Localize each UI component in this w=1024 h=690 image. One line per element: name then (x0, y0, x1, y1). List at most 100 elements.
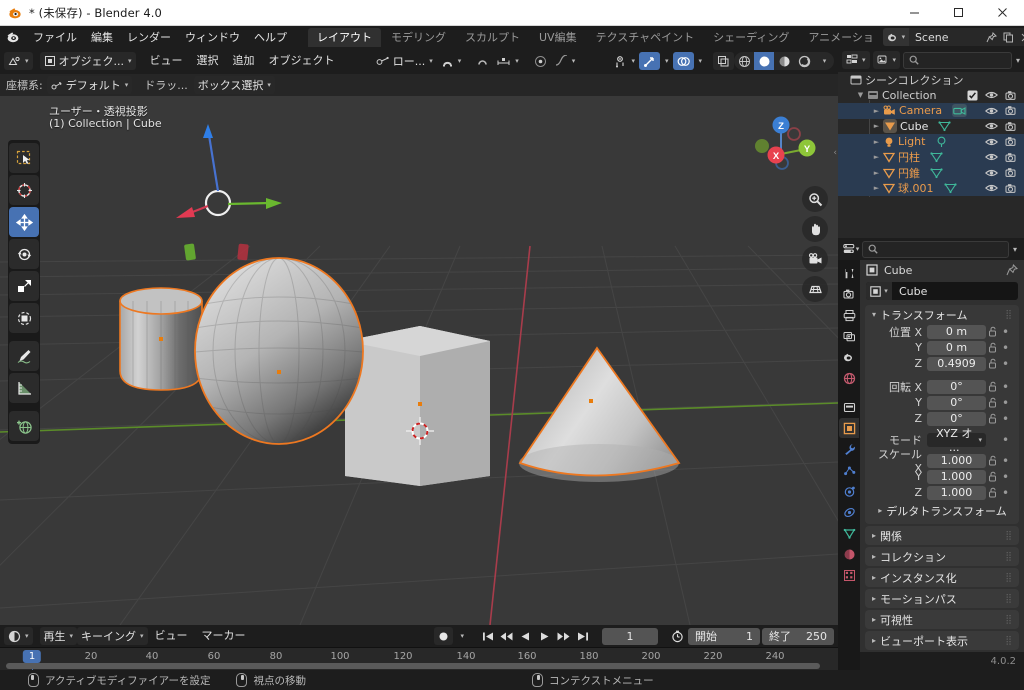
minimize-button[interactable] (892, 0, 936, 26)
properties-editor-type-icon[interactable]: ▾ (840, 238, 862, 260)
rotation-y-field[interactable]: 0° (927, 395, 986, 410)
animate-dot[interactable]: • (1000, 357, 1011, 371)
disclosure-triangle-icon[interactable]: ► (870, 169, 883, 177)
xray-toggle[interactable] (713, 52, 735, 70)
sidebar-expand-arrow[interactable]: ‹ (833, 148, 837, 158)
mesh-data-icon[interactable] (930, 151, 943, 163)
overlays-toggle[interactable] (672, 52, 694, 70)
menu-edit[interactable]: 編集 (84, 29, 120, 46)
play-button[interactable] (536, 627, 553, 645)
snap-dropdown[interactable]: ▾ (437, 52, 466, 70)
frame-end-field[interactable]: 終了 250 (762, 627, 834, 645)
light-data-icon[interactable] (935, 136, 948, 148)
lock-icon[interactable] (986, 397, 1000, 408)
menu-help[interactable]: ヘルプ (247, 29, 294, 46)
tab-uv-editing[interactable]: UV編集 (530, 28, 586, 47)
rotation-mode-dropdown[interactable]: XYZ オ ... ▾ (927, 427, 986, 454)
pin-icon[interactable] (983, 28, 1000, 46)
scene-selector[interactable]: ▾ Scene (882, 28, 1024, 46)
eye-icon[interactable] (985, 168, 998, 178)
keying-options-dropdown[interactable]: ▾ (455, 627, 468, 645)
timeline-menu-view[interactable]: ビュー (148, 627, 195, 645)
rotate-tool[interactable] (9, 239, 39, 269)
proportional-editing-toggle[interactable] (530, 52, 551, 70)
outliner-tree[interactable]: シーンコレクション ▼ Collection ► Camera ► Cube ►… (838, 72, 1024, 238)
measure-tool[interactable] (9, 373, 39, 403)
properties-tab-render[interactable] (839, 284, 859, 304)
viewport-navigation-gizmo[interactable]: Z Y X (754, 106, 826, 178)
tab-texture-paint[interactable]: テクスチャペイント (587, 28, 704, 47)
lock-icon[interactable] (986, 471, 1000, 482)
shading-rendered[interactable] (794, 52, 814, 70)
properties-tab-material[interactable] (839, 544, 859, 564)
jump-to-start-button[interactable] (479, 627, 496, 645)
tab-shading[interactable]: シェーディング (704, 28, 798, 47)
clock-icon[interactable] (669, 627, 686, 645)
instancing-panel[interactable]: ▸ インスタンス化 ⣿ (865, 568, 1019, 587)
gizmo-dropdown[interactable]: ▾ (660, 52, 673, 70)
properties-search-input[interactable] (862, 240, 1009, 258)
scale-z-field[interactable]: 1.000 (927, 485, 986, 500)
next-keyframe-button[interactable] (555, 627, 572, 645)
outliner-row-collection[interactable]: ▼ Collection (838, 88, 1024, 104)
disclosure-triangle-icon[interactable]: ▼ (854, 91, 867, 99)
outliner-filter-caret[interactable]: ▾ (1016, 56, 1020, 65)
animate-dot[interactable]: • (1000, 433, 1011, 447)
prev-keyframe-button[interactable] (498, 627, 515, 645)
location-z-field[interactable]: 0.4909 (927, 356, 986, 371)
chevron-down-icon[interactable]: ▾ (1013, 245, 1021, 254)
lock-icon[interactable] (986, 326, 1000, 337)
scene-duplicate-icon[interactable] (1000, 28, 1017, 46)
eye-icon[interactable] (985, 106, 998, 116)
move-tool[interactable] (9, 207, 39, 237)
eye-icon[interactable] (985, 183, 998, 193)
motion-paths-panel[interactable]: ▸ モーションパス ⣿ (865, 589, 1019, 608)
snap-target-dropdown[interactable]: ▾ (493, 52, 523, 70)
add-cube-tool[interactable] (9, 411, 39, 441)
camera-render-icon[interactable] (1005, 90, 1018, 101)
relations-panel[interactable]: ▸ 関係 ⣿ (865, 526, 1019, 545)
outliner-row-cylinder[interactable]: ► 円柱 (838, 149, 1024, 165)
animate-dot[interactable]: • (1000, 380, 1011, 394)
properties-tab-modifiers[interactable] (839, 439, 859, 459)
outliner-row-camera[interactable]: ► Camera (838, 103, 1024, 119)
disclosure-triangle-icon[interactable]: ► (870, 184, 883, 192)
cursor-tool[interactable] (9, 175, 39, 205)
play-reverse-button[interactable] (517, 627, 534, 645)
ortho-toggle-icon[interactable] (802, 276, 828, 302)
timeline-menu-marker[interactable]: マーカー (195, 627, 253, 645)
eye-icon[interactable] (985, 121, 998, 131)
zoom-icon[interactable] (802, 186, 828, 212)
outliner-editor-type-icon[interactable]: ▾ (842, 51, 870, 69)
auto-keying-toggle[interactable] (434, 627, 454, 645)
mesh-data-icon[interactable] (943, 182, 957, 194)
eye-icon[interactable] (985, 90, 998, 100)
timeline-ruler[interactable]: 20 40 60 80 100 120 140 160 180 200 220 … (0, 647, 838, 676)
viewport-menu-add[interactable]: 追加 (226, 52, 262, 70)
location-x-field[interactable]: 0 m (927, 324, 986, 339)
close-button[interactable] (980, 0, 1024, 26)
drag-action-dropdown[interactable]: ボックス選択 ▾ (193, 76, 275, 94)
properties-tab-collection[interactable] (839, 397, 859, 417)
properties-tab-constraints[interactable] (839, 502, 859, 522)
scale-x-field[interactable]: 1.000 (927, 453, 986, 468)
orientation-dropdown[interactable]: デフォルト ▾ (46, 76, 133, 94)
animate-dot[interactable]: • (1000, 486, 1011, 500)
visibility-dropdown[interactable]: ▾ (609, 52, 639, 70)
blender-menu-icon[interactable] (6, 29, 20, 45)
rotation-x-field[interactable]: 0° (927, 379, 986, 394)
lock-icon[interactable] (986, 487, 1000, 498)
camera-render-icon[interactable] (1005, 167, 1018, 178)
visibility-panel[interactable]: ▸ 可視性 ⣿ (865, 610, 1019, 629)
lock-icon[interactable] (986, 381, 1000, 392)
properties-tab-texture[interactable] (839, 565, 859, 585)
tab-sculpt[interactable]: スカルプト (456, 28, 529, 47)
viewport-3d-canvas[interactable]: ユーザー・透視投影 (1) Collection | Cube Z Y X ‹ (0, 96, 838, 625)
camera-view-icon[interactable] (802, 246, 828, 272)
outliner-search-input[interactable] (903, 51, 1012, 69)
menu-file[interactable]: ファイル (26, 29, 84, 46)
checkbox-icon[interactable] (967, 90, 978, 101)
camera-render-icon[interactable] (1005, 183, 1018, 194)
maximize-button[interactable] (936, 0, 980, 26)
outliner-row-cone[interactable]: ► 円錐 (838, 165, 1024, 181)
